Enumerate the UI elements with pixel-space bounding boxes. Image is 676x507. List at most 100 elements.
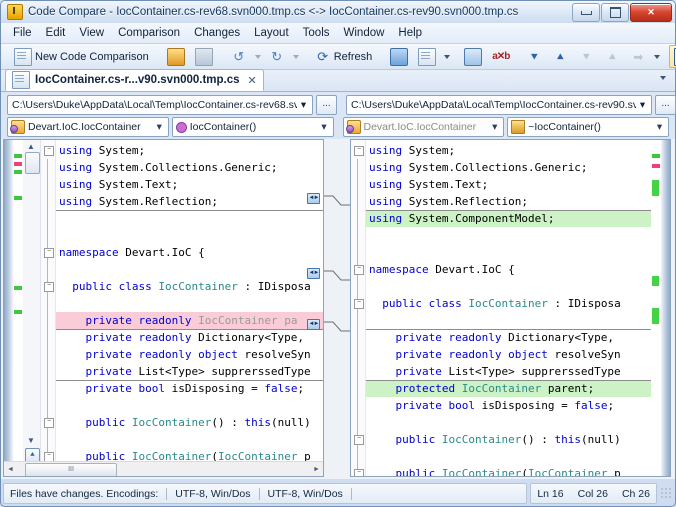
diff-link-badge[interactable]: ◄► <box>307 268 320 279</box>
left-member-combo[interactable]: IocContainer() ▾ <box>171 116 334 137</box>
fold-toggle-icon[interactable]: − <box>354 469 364 476</box>
open-button[interactable] <box>162 45 190 68</box>
right-type-combo[interactable]: Devart.IoC.IocContainer ▾ <box>342 116 505 137</box>
added-change-marker[interactable] <box>652 154 660 158</box>
code-line[interactable] <box>56 431 323 448</box>
code-line[interactable] <box>56 295 323 312</box>
left-change-marker-strip[interactable] <box>13 140 23 476</box>
code-line[interactable]: using System; <box>366 142 651 159</box>
fold-toggle-icon[interactable]: − <box>354 146 364 156</box>
code-line[interactable]: public IocContainer() : this(null) <box>366 431 651 448</box>
tab-list-caret-icon[interactable] <box>660 76 666 80</box>
fold-toggle-icon[interactable]: − <box>354 435 364 445</box>
code-line[interactable]: using System.Text; <box>366 176 651 193</box>
left-overview-down-icon[interactable]: ▼ <box>27 436 35 445</box>
code-line[interactable]: private bool isDisposing = false; <box>56 380 323 397</box>
left-hscroll-left-icon[interactable]: ◄ <box>4 466 17 473</box>
code-line[interactable]: using System.Collections.Generic; <box>366 159 651 176</box>
code-line[interactable]: using System.Text; <box>56 176 323 193</box>
right-change-marker-strip[interactable] <box>651 140 661 476</box>
save-button[interactable] <box>190 45 218 68</box>
prev-change-button[interactable]: ⯅ <box>547 45 573 68</box>
left-path-input[interactable]: C:\Users\Duke\AppData\Local\Temp\IocCont… <box>7 94 313 115</box>
close-button[interactable]: ✕ <box>630 3 672 22</box>
maximize-button[interactable] <box>601 3 629 22</box>
added-change-marker[interactable] <box>652 276 659 286</box>
right-code-text[interactable]: using System; using System.Collections.Ge… <box>366 140 651 476</box>
left-path-dropdown-icon[interactable]: ▾ <box>297 99 310 111</box>
fold-toggle-icon[interactable]: − <box>44 282 54 292</box>
code-line[interactable] <box>56 210 323 227</box>
code-line[interactable]: namespace Devart.IoC { <box>56 244 323 261</box>
menu-tools[interactable]: Tools <box>296 25 337 41</box>
copy-right-button[interactable]: ➡ <box>625 45 651 68</box>
undo-button[interactable]: ↺ <box>226 45 252 68</box>
menu-edit[interactable]: Edit <box>39 25 73 41</box>
code-line[interactable] <box>366 414 651 431</box>
code-line[interactable]: private bool isDisposing = false; <box>366 397 651 414</box>
fold-toggle-icon[interactable]: − <box>44 418 54 428</box>
deleted-change-marker[interactable] <box>14 162 22 166</box>
sync-scroll-button[interactable] <box>385 45 413 68</box>
prev-file-button[interactable]: ⯅ <box>599 45 625 68</box>
menu-layout[interactable]: Layout <box>247 25 296 41</box>
minimize-button[interactable] <box>572 3 600 22</box>
added-change-marker[interactable] <box>14 286 22 290</box>
code-line[interactable]: using System.Collections.Generic; <box>56 159 323 176</box>
left-code-text[interactable]: using System; using System.Collections.Ge… <box>56 140 323 476</box>
code-line[interactable]: using System; <box>56 142 323 159</box>
fold-toggle-icon[interactable]: − <box>354 265 364 275</box>
code-line[interactable]: private readonly object resolveSyn <box>366 346 651 363</box>
right-type-caret-icon[interactable]: ▾ <box>488 121 501 133</box>
code-line[interactable] <box>366 227 651 244</box>
deleted-change-marker[interactable] <box>652 164 660 168</box>
fold-toggle-icon[interactable]: − <box>44 146 54 156</box>
right-path-input[interactable]: C:\Users\Duke\AppData\Local\Temp\IocCont… <box>346 94 652 115</box>
left-editor-pane[interactable]: ▲ ▼ ⯅ ⯆ −−−−−− using System;using System… <box>3 139 324 477</box>
left-hscroll-right-icon[interactable]: ► <box>310 466 323 473</box>
code-line[interactable]: using System.Reflection; <box>56 193 323 210</box>
left-overview-scrollbar[interactable]: ▲ ▼ ⯅ ⯆ <box>23 140 41 476</box>
new-code-comparison-button[interactable]: New Code Comparison <box>9 45 154 68</box>
menu-window[interactable]: Window <box>337 25 392 41</box>
code-line[interactable]: public IocContainer() : this(null) <box>56 414 323 431</box>
code-line[interactable] <box>366 448 651 465</box>
next-change-button[interactable]: ⯆ <box>521 45 547 68</box>
added-change-marker[interactable] <box>14 196 22 200</box>
added-change-marker[interactable] <box>652 308 659 324</box>
right-editor-pane[interactable]: −−−−−− using System;using System.Collect… <box>350 139 671 477</box>
right-member-combo[interactable]: ~IocContainer() ▾ <box>507 116 669 137</box>
tab-ioccontainer[interactable]: IocContainer.cs-r...v90.svn000.tmp.cs ✕ <box>5 69 264 91</box>
code-line[interactable]: public class IocContainer : IDisposa <box>366 295 651 312</box>
added-change-marker[interactable] <box>14 170 22 174</box>
menu-view[interactable]: View <box>72 25 111 41</box>
tab-close-icon[interactable]: ✕ <box>248 74 257 87</box>
left-browse-button[interactable]: ... <box>316 94 337 115</box>
redo-button[interactable]: ↻ <box>264 45 290 68</box>
added-change-marker[interactable] <box>14 154 22 158</box>
code-line[interactable]: private readonly IocContainer pa <box>56 312 323 329</box>
left-hscroll-track[interactable]: III <box>17 463 310 476</box>
left-type-combo[interactable]: Devart.IoC.IocContainer ▾ <box>7 116 169 137</box>
code-line[interactable] <box>366 244 651 261</box>
fold-toggle-icon[interactable]: − <box>354 299 364 309</box>
redo-dropdown-caret[interactable] <box>292 54 299 59</box>
left-hscroll-thumb[interactable]: III <box>25 463 117 476</box>
resize-grip-icon[interactable] <box>660 487 673 500</box>
code-line[interactable] <box>56 397 323 414</box>
right-fold-column[interactable]: −−−−−− <box>351 140 366 476</box>
left-overview-up-icon[interactable]: ▲ <box>27 142 35 151</box>
undo-dropdown-caret[interactable] <box>254 54 261 59</box>
replace-button[interactable]: a✕b <box>487 45 513 68</box>
added-change-marker[interactable] <box>14 310 22 314</box>
changes-dropdown-caret[interactable] <box>654 54 661 59</box>
report-dropdown-caret[interactable] <box>444 54 451 59</box>
menu-changes[interactable]: Changes <box>187 25 247 41</box>
menu-file[interactable]: File <box>6 25 39 41</box>
left-overview-thumb[interactable] <box>25 152 40 174</box>
added-change-marker[interactable] <box>652 180 659 196</box>
right-browse-button[interactable]: ... <box>655 94 676 115</box>
merge-button[interactable] <box>459 45 487 68</box>
code-line[interactable]: private List<Type> supprerssedType <box>56 363 323 380</box>
right-member-caret-icon[interactable]: ▾ <box>653 121 666 133</box>
